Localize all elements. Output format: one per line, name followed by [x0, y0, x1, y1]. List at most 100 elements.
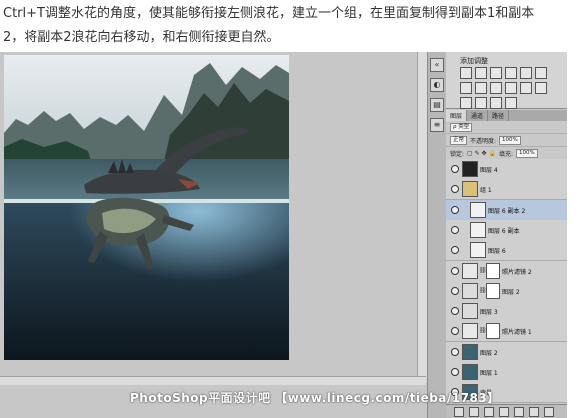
selective-color-icon[interactable]	[505, 97, 517, 109]
instruction-line-1: Ctrl+T调整水花的角度，使其能够衔接左侧浪花，建立一个组，在里面复制得到副本…	[3, 6, 535, 21]
blend-mode-select[interactable]: 正常	[450, 135, 468, 145]
layer-kind-filter[interactable]: ρ 类型	[450, 122, 473, 132]
layer-mask-thumbnail[interactable]	[486, 282, 500, 299]
folder-icon	[462, 181, 478, 198]
tab-channels[interactable]: 通道	[467, 110, 489, 121]
layers-panel: 图层 通道 路径 ρ 类型 正常 不透明度: 100% 锁定: ▢ ✎ ✥ 🔒 …	[446, 110, 567, 418]
layer-name: 组 1	[480, 187, 492, 195]
layer-mask-thumbnail[interactable]	[486, 262, 500, 279]
layer-row[interactable]: 图层 3	[446, 301, 567, 323]
layer-thumbnail	[462, 282, 478, 299]
layer-row[interactable]: 图层 6 副本 2	[446, 199, 567, 221]
visibility-eye-icon[interactable]	[451, 165, 459, 173]
layer-name: 图层 6	[488, 248, 506, 256]
tab-layers[interactable]: 图层	[446, 110, 468, 121]
layer-row[interactable]: ⛓ 图层 2	[446, 280, 567, 302]
layers-panel-tabs: 图层 通道 路径	[446, 110, 567, 121]
adjustments-panel-icon[interactable]: ◐	[430, 78, 444, 92]
layer-mask-thumbnail[interactable]	[486, 323, 500, 340]
watermark: PhotoShop平面设计吧 【www.linecg.com/tieba/178…	[130, 391, 500, 405]
visibility-eye-icon[interactable]	[451, 368, 459, 376]
hue-saturation-icon[interactable]	[535, 67, 547, 79]
channel-mixer-icon[interactable]	[505, 82, 517, 94]
layer-name: 图层 2	[480, 349, 498, 357]
layer-row[interactable]: 图层 2	[446, 341, 567, 363]
threshold-icon[interactable]	[475, 97, 487, 109]
layer-name: 照片滤镜 2	[502, 268, 532, 276]
layer-actions	[446, 404, 567, 418]
gradient-map-icon[interactable]	[490, 97, 502, 109]
layer-name: 图层 6 副本	[488, 227, 520, 235]
adjustment-layer-icon	[462, 262, 478, 279]
fill-label: 填充:	[498, 150, 513, 158]
black-white-icon[interactable]	[475, 82, 487, 94]
layer-thumbnail	[462, 364, 478, 380]
lock-icons[interactable]: ▢ ✎ ✥ 🔒	[467, 150, 496, 157]
layer-row[interactable]: 图层 4	[446, 159, 567, 180]
photo-filter-icon[interactable]	[490, 82, 502, 94]
new-layer-icon[interactable]	[529, 406, 539, 417]
new-adjustment-icon[interactable]	[499, 406, 509, 417]
vibrance-icon[interactable]	[520, 67, 532, 79]
visibility-eye-icon[interactable]	[451, 246, 459, 255]
opacity-label: 不透明度:	[470, 137, 497, 145]
layer-style-icon[interactable]	[469, 406, 479, 417]
blend-opacity-row: 正常 不透明度: 100%	[446, 134, 567, 147]
layer-name: 图层 6 副本 2	[488, 207, 526, 215]
layer-thumbnail	[462, 343, 478, 360]
exposure-icon[interactable]	[505, 67, 517, 79]
right-panels: 添加调整 图层 通道 路径 ρ 类型 正常 不透明度: 100% 锁定: ▢ ✎…	[446, 52, 567, 418]
history-panel-icon[interactable]: ▤	[430, 98, 444, 112]
visibility-eye-icon[interactable]	[451, 327, 459, 336]
link-layers-icon[interactable]	[454, 406, 464, 417]
layer-row[interactable]: 组 1	[446, 179, 567, 201]
fill-field[interactable]: 100%	[515, 148, 538, 158]
horizontal-scrollbar[interactable]	[0, 376, 426, 385]
opacity-field[interactable]: 100%	[499, 135, 521, 145]
visibility-eye-icon[interactable]	[451, 185, 459, 194]
layer-name: 图层 1	[480, 370, 498, 377]
visibility-eye-icon[interactable]	[451, 347, 459, 356]
curves-icon[interactable]	[490, 67, 502, 79]
panel-dock-strip: « ◐ ▤ ≡	[427, 52, 447, 418]
layer-thumbnail	[462, 161, 478, 177]
composite-image	[4, 55, 289, 360]
layer-row[interactable]: ⛓ 照片滤镜 1	[446, 321, 567, 343]
visibility-eye-icon[interactable]	[451, 286, 459, 295]
collapse-panels-icon[interactable]: «	[430, 58, 444, 72]
tab-paths[interactable]: 路径	[488, 110, 510, 121]
properties-panel-icon[interactable]: ≡	[430, 118, 444, 132]
layer-row[interactable]: 图层 6 副本	[446, 219, 567, 241]
layer-row[interactable]: 图层 1	[446, 362, 567, 383]
document-canvas[interactable]	[4, 55, 289, 360]
instruction-line-2: 2，将副本2浪花向右移动，和右侧衔接更自然。	[3, 30, 280, 45]
color-lookup-icon[interactable]	[520, 82, 532, 94]
photoshop-screenshot: « ◐ ▤ ≡ 添加调整 图层 通道 路径 ρ 类型 正常 不透明度: 100%…	[0, 52, 567, 418]
layer-thumbnail	[470, 201, 486, 218]
layer-row[interactable]: ⛓ 照片滤镜 2	[446, 260, 567, 282]
visibility-eye-icon[interactable]	[451, 266, 459, 275]
visibility-eye-icon[interactable]	[451, 225, 459, 234]
adjustments-title: 添加调整	[460, 57, 488, 65]
vertical-scrollbar[interactable]	[417, 52, 427, 382]
adjustments-panel: 添加调整	[446, 52, 567, 109]
layer-name: 图层 4	[480, 167, 498, 174]
layer-thumbnail	[462, 303, 478, 320]
layer-list: 图层 4组 1 图层 6 副本 2 图层 6 副本 图层 6 ⛓ 照片滤镜 2 ⛓ 图层 2图…	[446, 159, 567, 404]
trash-icon[interactable]	[544, 406, 554, 417]
layer-row[interactable]: 图层 6	[446, 240, 567, 262]
new-group-icon[interactable]	[514, 406, 524, 417]
levels-icon[interactable]	[475, 67, 487, 79]
layer-name: 图层 2	[502, 288, 520, 296]
brightness-contrast-icon[interactable]	[460, 67, 472, 79]
visibility-eye-icon[interactable]	[451, 205, 459, 214]
instruction-text: Ctrl+T调整水花的角度，使其能够衔接左侧浪花，建立一个组，在里面复制得到副本…	[3, 2, 578, 50]
visibility-eye-icon[interactable]	[451, 307, 459, 316]
color-balance-icon[interactable]	[460, 82, 472, 94]
layer-name: 照片滤镜 1	[502, 329, 532, 337]
adjustment-layer-icon	[462, 323, 478, 340]
invert-icon[interactable]	[535, 82, 547, 94]
lock-label: 锁定:	[450, 150, 465, 158]
posterize-icon[interactable]	[460, 97, 472, 109]
add-mask-icon[interactable]	[484, 406, 494, 417]
